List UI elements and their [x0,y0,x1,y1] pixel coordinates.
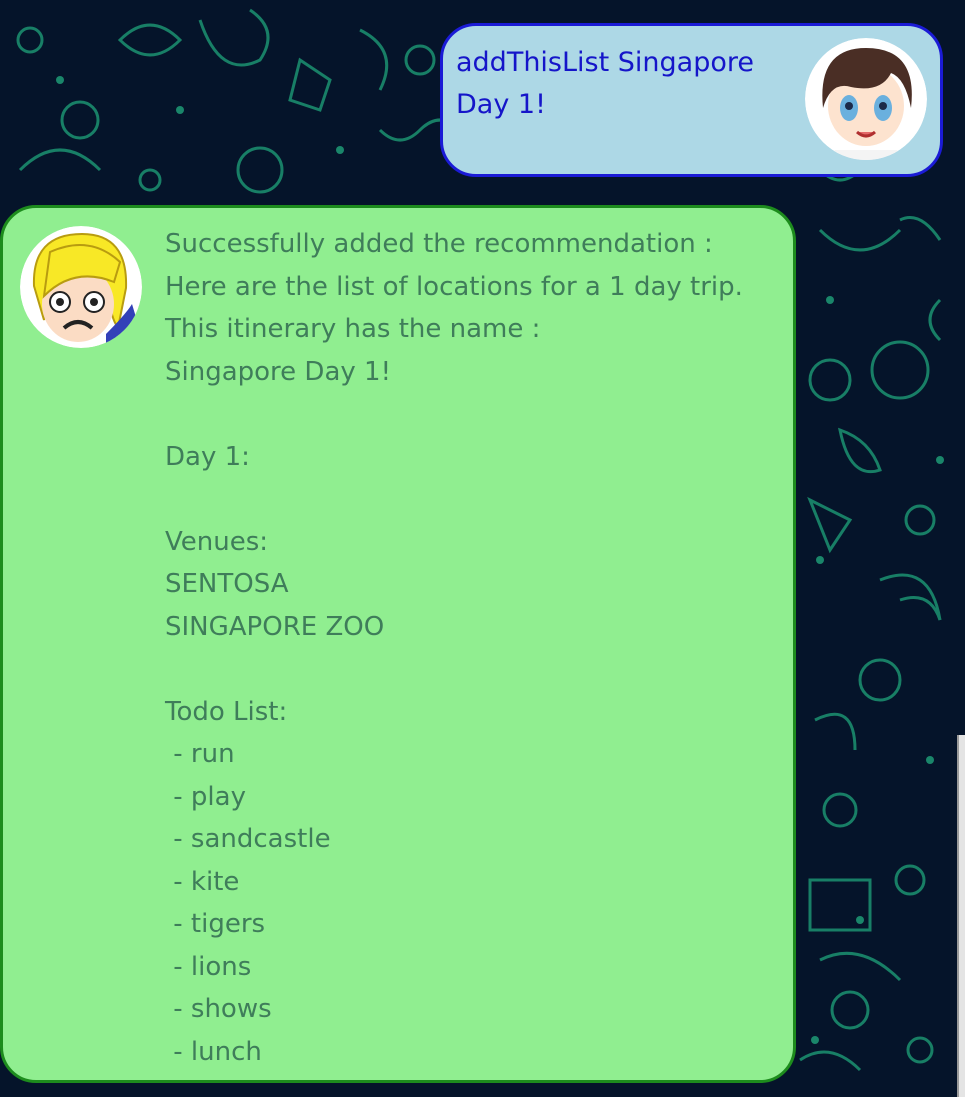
user-avatar-icon [805,38,927,160]
bot-avatar-icon [20,226,142,348]
user-message-bubble: addThisList Singapore Day 1! [440,23,943,177]
user-message-text: addThisList Singapore Day 1! [456,47,754,120]
bot-message-bubble: Successfully added the recommendation : … [0,205,796,1083]
bot-message-text: Successfully added the recommendation : … [165,229,743,1067]
scrollbar[interactable] [957,735,965,1097]
